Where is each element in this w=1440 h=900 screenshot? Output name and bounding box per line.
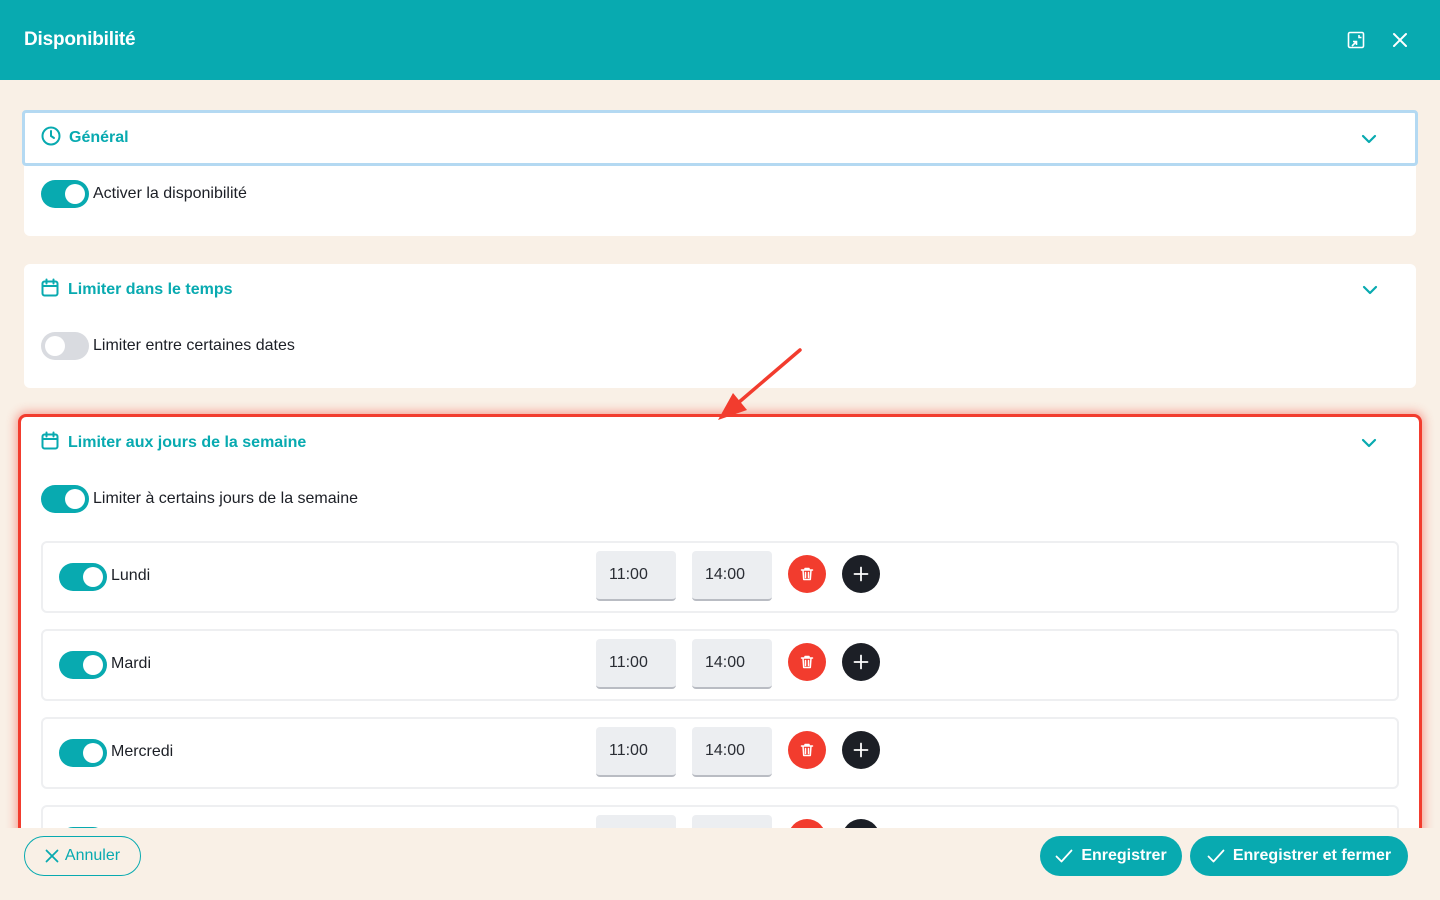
day-toggle-mercredi[interactable] bbox=[59, 739, 107, 767]
activate-availability-row: Activer la disponibilité bbox=[24, 180, 1416, 208]
weekday-limit-toggle[interactable] bbox=[41, 485, 89, 513]
chevron-down-icon[interactable] bbox=[1360, 280, 1380, 300]
check-icon bbox=[1055, 849, 1073, 863]
weekday-limit-row: Limiter à certains jours de la semaine bbox=[21, 485, 1419, 513]
date-limit-label: Limiter entre certaines dates bbox=[93, 337, 295, 354]
date-limit-toggle[interactable] bbox=[41, 332, 89, 360]
add-slot-button[interactable] bbox=[842, 555, 880, 593]
plus-icon bbox=[853, 742, 869, 758]
day-label: Mardi bbox=[111, 655, 152, 672]
weekday-limit-label: Limiter à certains jours de la semaine bbox=[93, 490, 359, 507]
day-toggle-mardi[interactable] bbox=[59, 651, 107, 679]
check-icon bbox=[1207, 849, 1225, 863]
general-section-header[interactable]: Général bbox=[22, 110, 1418, 166]
save-and-close-button[interactable]: Enregistrer et fermer bbox=[1190, 836, 1408, 876]
start-time-input[interactable]: 11:00 bbox=[596, 551, 676, 601]
general-section-title: Général bbox=[69, 129, 129, 146]
day-label: Mercredi bbox=[111, 743, 174, 760]
clock-icon bbox=[41, 126, 61, 151]
save-and-close-label: Enregistrer et fermer bbox=[1232, 847, 1392, 864]
weekday-limit-section-title: Limiter aux jours de la semaine bbox=[68, 434, 307, 451]
plus-icon bbox=[853, 566, 869, 582]
delete-slot-button[interactable] bbox=[788, 643, 826, 681]
trash-icon bbox=[800, 567, 814, 581]
end-time-input[interactable]: 14:00 bbox=[692, 727, 772, 777]
x-icon bbox=[45, 849, 59, 863]
modal-footer: Annuler Enregistrer Enregistrer et ferme… bbox=[0, 828, 1440, 900]
chevron-down-icon[interactable] bbox=[1359, 129, 1379, 149]
add-slot-button[interactable] bbox=[842, 731, 880, 769]
modal-title: Disponibilité bbox=[24, 29, 136, 50]
add-slot-button[interactable] bbox=[842, 643, 880, 681]
calendar-icon bbox=[40, 278, 60, 303]
end-time-input[interactable]: 14:00 bbox=[692, 551, 772, 601]
time-limit-section-header[interactable]: Limiter dans le temps bbox=[24, 264, 1416, 316]
trash-icon bbox=[800, 743, 814, 757]
time-limit-section: Limiter dans le temps Limiter entre cert… bbox=[24, 264, 1416, 388]
delete-slot-button[interactable] bbox=[788, 731, 826, 769]
calendar-icon bbox=[40, 431, 60, 456]
day-toggle-lundi[interactable] bbox=[59, 563, 107, 591]
activate-availability-label: Activer la disponibilité bbox=[93, 185, 247, 202]
end-time-input[interactable]: 14:00 bbox=[692, 639, 772, 689]
save-button[interactable]: Enregistrer bbox=[1040, 836, 1182, 876]
activate-availability-toggle[interactable] bbox=[41, 180, 89, 208]
start-time-input[interactable]: 11:00 bbox=[596, 727, 676, 777]
weekday-limit-section-header[interactable]: Limiter aux jours de la semaine bbox=[21, 417, 1419, 469]
cancel-label: Annuler bbox=[64, 847, 121, 864]
modal-header: Disponibilité bbox=[0, 0, 1440, 80]
date-limit-row: Limiter entre certaines dates bbox=[24, 332, 1416, 360]
header-actions bbox=[1344, 28, 1412, 52]
close-icon[interactable] bbox=[1388, 28, 1412, 52]
save-label: Enregistrer bbox=[1081, 847, 1167, 864]
day-row-mercredi: Mercredi 11:00 14:00 bbox=[41, 717, 1399, 789]
day-row-lundi: Lundi 11:00 14:00 bbox=[41, 541, 1399, 613]
trash-icon bbox=[800, 655, 814, 669]
day-row-mardi: Mardi 11:00 14:00 bbox=[41, 629, 1399, 701]
plus-icon bbox=[853, 654, 869, 670]
exit-fullscreen-icon[interactable] bbox=[1344, 28, 1368, 52]
delete-slot-button[interactable] bbox=[788, 555, 826, 593]
start-time-input[interactable]: 11:00 bbox=[596, 639, 676, 689]
general-section: Général Activer la disponibilité bbox=[22, 110, 1418, 236]
day-label: Lundi bbox=[111, 567, 151, 584]
time-limit-section-title: Limiter dans le temps bbox=[68, 281, 233, 298]
cancel-button[interactable]: Annuler bbox=[24, 836, 141, 876]
chevron-down-icon[interactable] bbox=[1359, 433, 1379, 453]
